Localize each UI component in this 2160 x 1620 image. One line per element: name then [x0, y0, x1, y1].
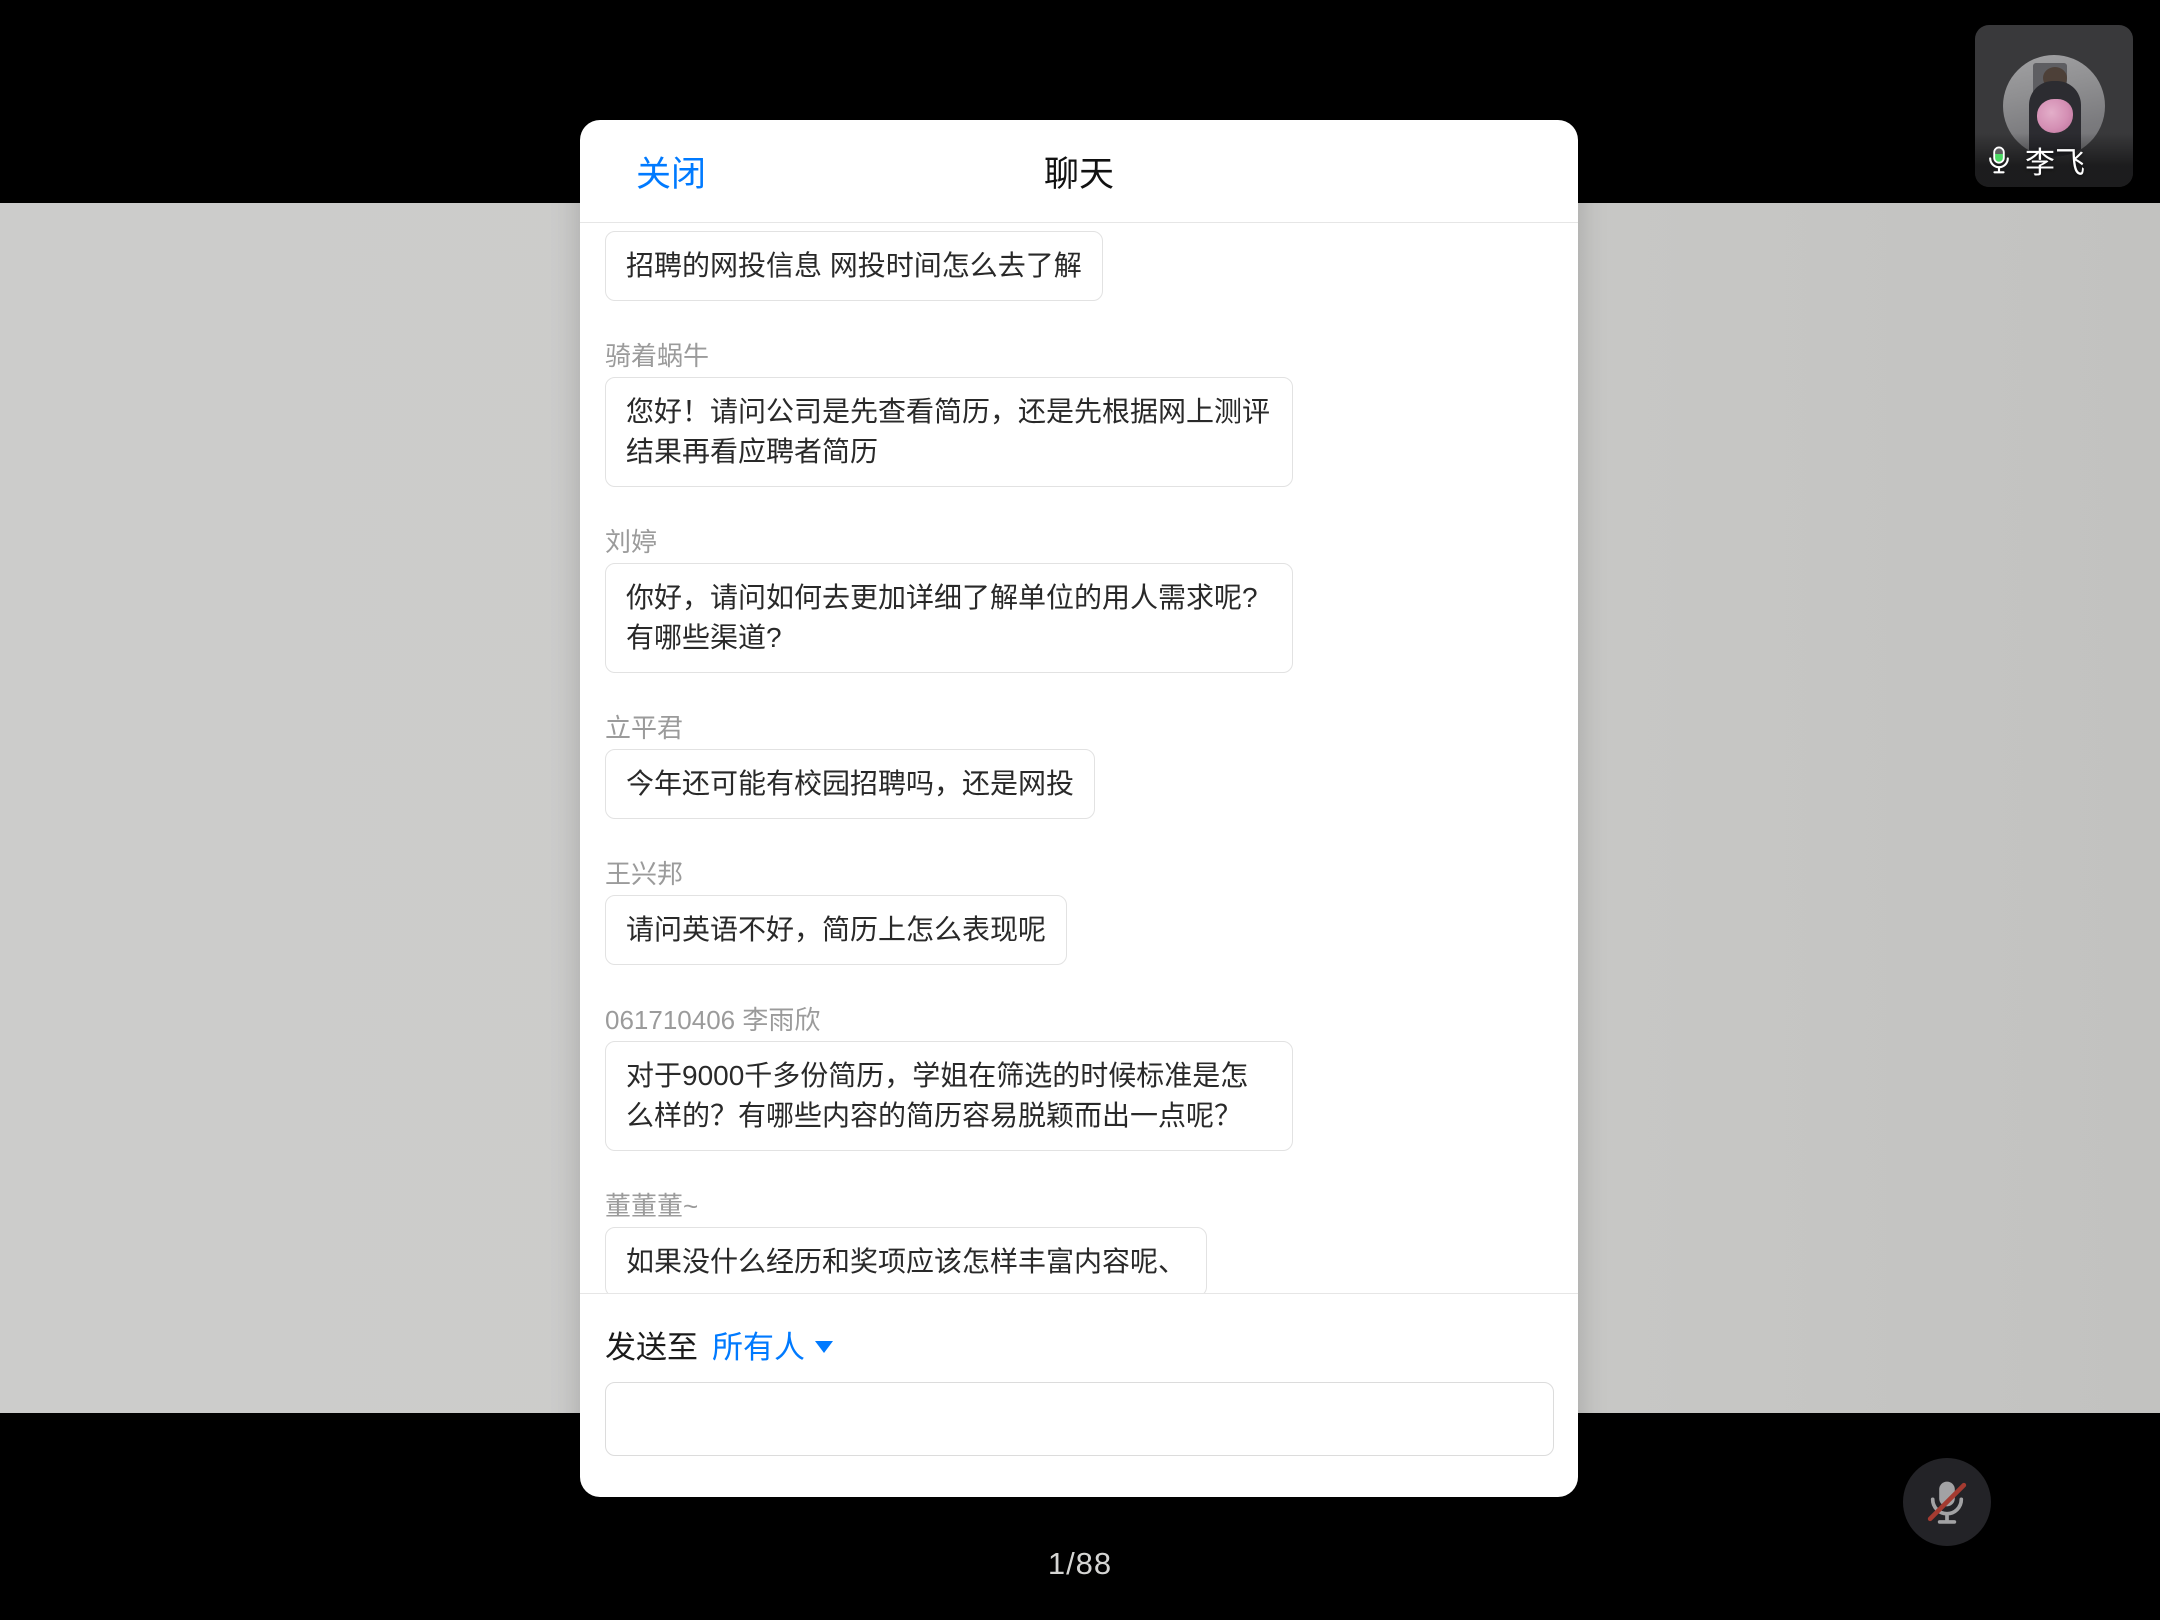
- send-to-label: 发送至: [605, 1322, 698, 1367]
- message-bubble: 如果没什么经历和奖项应该怎样丰富内容呢、: [605, 1227, 1207, 1293]
- sender-name: 骑着蜗牛: [605, 339, 1553, 373]
- chat-panel: 关闭 聊天 招聘的网投信息 网投时间怎么去了解 骑着蜗牛 您好！请问公司是先查看…: [580, 120, 1578, 1497]
- mic-muted-icon: [1921, 1476, 1973, 1528]
- page-indicator: 1/88: [0, 1546, 2160, 1582]
- send-to-selector[interactable]: 所有人: [712, 1322, 833, 1367]
- chat-title: 聊天: [580, 120, 1578, 222]
- chat-message: 王兴邦 请问英语不好，简历上怎么表现呢: [605, 857, 1553, 965]
- chat-message: 061710406 李雨欣 对于9000千多份简历，学姐在筛选的时候标准是怎么样…: [605, 1003, 1553, 1151]
- message-bubble: 您好！请问公司是先查看简历，还是先根据网上测评结果再看应聘者简历: [605, 377, 1293, 487]
- send-to-value: 所有人: [712, 1322, 805, 1367]
- participant-name-bar: 李飞: [1975, 133, 2133, 187]
- mic-active-icon: [1983, 144, 2015, 176]
- message-bubble: 你好，请问如何去更加详细了解单位的用人需求呢?有哪些渠道?: [605, 563, 1293, 673]
- send-to-row: 发送至 所有人: [605, 1324, 1554, 1364]
- sender-name: 立平君: [605, 711, 1553, 745]
- chat-message: 招聘的网投信息 网投时间怎么去了解: [605, 231, 1553, 301]
- chat-message: 刘婷 你好，请问如何去更加详细了解单位的用人需求呢?有哪些渠道?: [605, 525, 1553, 673]
- chat-message: 骑着蜗牛 您好！请问公司是先查看简历，还是先根据网上测评结果再看应聘者简历: [605, 339, 1553, 487]
- chat-input[interactable]: [605, 1382, 1554, 1456]
- chat-header: 关闭 聊天: [580, 120, 1578, 223]
- close-button[interactable]: 关闭: [636, 120, 706, 222]
- sender-name: 董董董~: [605, 1189, 1553, 1223]
- message-bubble: 对于9000千多份简历，学姐在筛选的时候标准是怎么样的？有哪些内容的简历容易脱颖…: [605, 1041, 1293, 1151]
- sender-name: 王兴邦: [605, 857, 1553, 891]
- mute-button[interactable]: [1903, 1458, 1991, 1546]
- caret-down-icon: [815, 1341, 833, 1353]
- participant-video-tile[interactable]: 李飞: [1975, 25, 2133, 187]
- chat-message: 立平君 今年还可能有校园招聘吗，还是网投: [605, 711, 1553, 819]
- message-bubble: 招聘的网投信息 网投时间怎么去了解: [605, 231, 1103, 301]
- chat-message-list[interactable]: 招聘的网投信息 网投时间怎么去了解 骑着蜗牛 您好！请问公司是先查看简历，还是先…: [580, 223, 1578, 1293]
- message-bubble: 今年还可能有校园招聘吗，还是网投: [605, 749, 1095, 819]
- chat-footer: 发送至 所有人: [580, 1293, 1578, 1497]
- message-bubble: 请问英语不好，简历上怎么表现呢: [605, 895, 1067, 965]
- participant-name: 李飞: [2025, 138, 2085, 182]
- sender-name: 061710406 李雨欣: [605, 1003, 1553, 1037]
- chat-message: 董董董~ 如果没什么经历和奖项应该怎样丰富内容呢、: [605, 1189, 1553, 1293]
- sender-name: 刘婷: [605, 525, 1553, 559]
